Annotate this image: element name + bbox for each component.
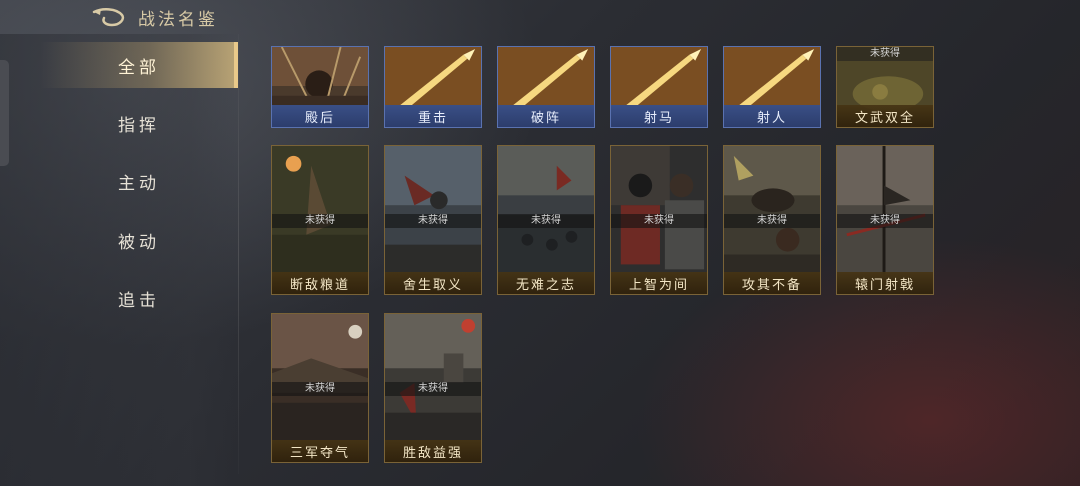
tactic-name: 文武双全 xyxy=(837,105,933,127)
panel-divider xyxy=(238,34,239,474)
tab-active[interactable]: 主动 xyxy=(40,158,238,204)
tactic-name: 攻其不备 xyxy=(724,272,820,294)
tactic-card[interactable]: 射马 xyxy=(610,46,708,128)
unobtained-tag: 未获得 xyxy=(611,214,707,228)
tactic-name: 三军夺气 xyxy=(272,440,368,462)
unobtained-tag: 未获得 xyxy=(385,214,481,228)
tactic-name: 舍生取义 xyxy=(385,272,481,294)
unobtained-tag: 未获得 xyxy=(724,214,820,228)
tab-command[interactable]: 指挥 xyxy=(40,100,238,146)
tactic-name: 辕门射戟 xyxy=(837,272,933,294)
tab-pursuit[interactable]: 追击 xyxy=(40,275,238,321)
tactic-card[interactable]: 未获得 舍生取义 xyxy=(384,145,482,295)
tactic-name: 断敌粮道 xyxy=(272,272,368,294)
header-bar: 战法名鉴 xyxy=(0,0,1080,34)
tactic-card[interactable]: 未获得 攻其不备 xyxy=(723,145,821,295)
unobtained-tag: 未获得 xyxy=(498,214,594,228)
tactic-name: 射马 xyxy=(611,105,707,127)
tactic-name: 重击 xyxy=(385,105,481,127)
tactic-card[interactable]: 重击 xyxy=(384,46,482,128)
unobtained-tag: 未获得 xyxy=(272,382,368,396)
tactic-card[interactable]: 未获得 三军夺气 xyxy=(271,313,369,463)
tab-passive[interactable]: 被动 xyxy=(40,217,238,263)
tactic-card[interactable]: 破阵 xyxy=(497,46,595,128)
tactic-card[interactable]: 射人 xyxy=(723,46,821,128)
tactic-card[interactable]: 未获得 上智为间 xyxy=(610,145,708,295)
sidebar-scroll-handle[interactable] xyxy=(0,60,9,166)
back-arrow-icon[interactable] xyxy=(92,6,126,28)
tactic-name: 殿后 xyxy=(272,105,368,127)
tactic-card[interactable]: 未获得 辕门射戟 xyxy=(836,145,934,295)
unobtained-tag: 未获得 xyxy=(837,214,933,228)
unobtained-tag: 未获得 xyxy=(837,47,933,61)
tactic-name: 射人 xyxy=(724,105,820,127)
tactic-card[interactable]: 未获得 断敌粮道 xyxy=(271,145,369,295)
unobtained-tag: 未获得 xyxy=(385,382,481,396)
tactic-name: 上智为间 xyxy=(611,272,707,294)
tactic-card[interactable]: 殿后 xyxy=(271,46,369,128)
page-title: 战法名鉴 xyxy=(138,10,218,30)
tab-all[interactable]: 全部 xyxy=(40,42,238,88)
tactic-card[interactable]: 未获得 无难之志 xyxy=(497,145,595,295)
tactic-card[interactable]: 未获得 文武双全 xyxy=(836,46,934,128)
tactic-name: 破阵 xyxy=(498,105,594,127)
tactic-card[interactable]: 未获得 胜敌益强 xyxy=(384,313,482,463)
unobtained-tag: 未获得 xyxy=(272,214,368,228)
tactic-name: 无难之志 xyxy=(498,272,594,294)
tactic-name: 胜敌益强 xyxy=(385,440,481,462)
